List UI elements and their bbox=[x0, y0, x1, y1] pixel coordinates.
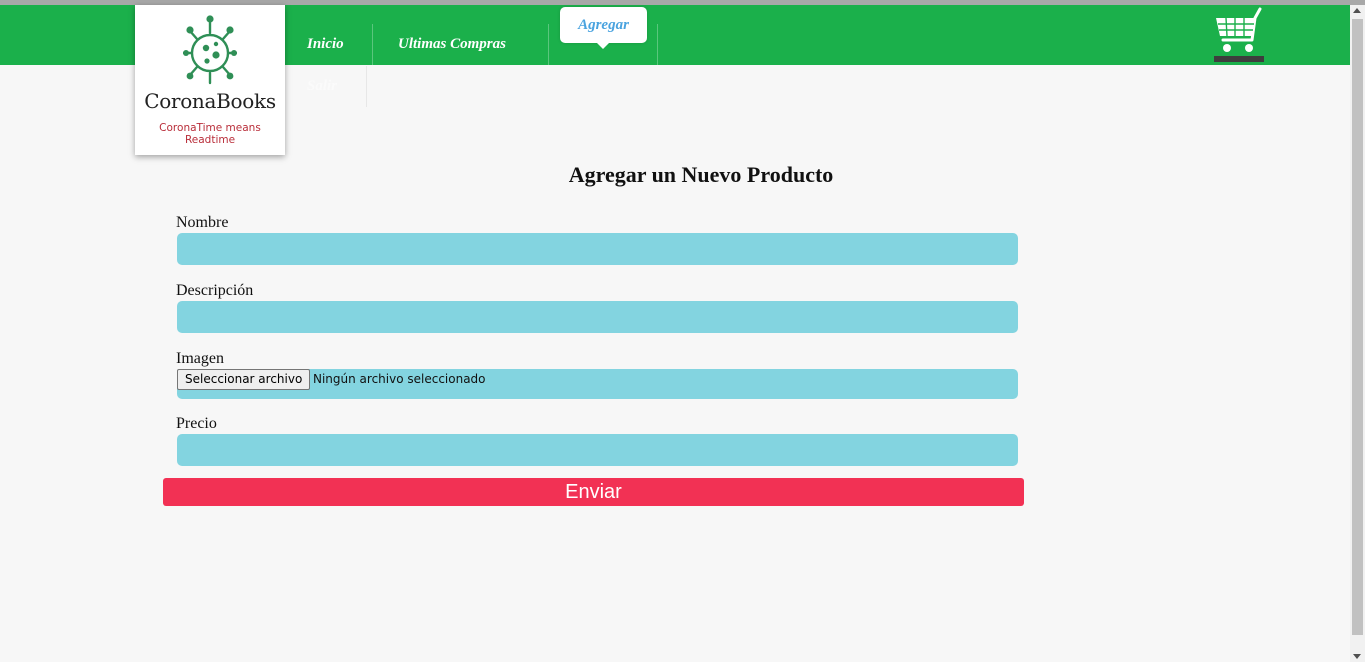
scroll-up-arrow-icon[interactable] bbox=[1353, 8, 1361, 13]
nav-divider bbox=[366, 66, 367, 107]
nombre-label: Nombre bbox=[176, 214, 229, 231]
nav-divider bbox=[372, 24, 373, 65]
logo-title: CoronaBooks bbox=[144, 89, 276, 113]
vertical-scrollbar[interactable] bbox=[1350, 5, 1365, 662]
shopping-cart-icon[interactable] bbox=[1212, 6, 1266, 64]
enviar-button[interactable]: Enviar bbox=[163, 478, 1024, 506]
scroll-thumb[interactable] bbox=[1352, 19, 1363, 635]
nav-inicio[interactable]: Inicio bbox=[307, 36, 344, 53]
descripcion-input[interactable] bbox=[177, 301, 1018, 333]
scroll-down-arrow-icon[interactable] bbox=[1353, 654, 1361, 659]
nav-divider bbox=[657, 24, 658, 65]
file-status-text: Ningún archivo seleccionado bbox=[313, 372, 486, 386]
logo[interactable]: CoronaBooks CoronaTime means Readtime bbox=[135, 5, 285, 155]
precio-label: Precio bbox=[176, 415, 217, 432]
imagen-file-input: Seleccionar archivo Ningún archivo selec… bbox=[177, 369, 1018, 399]
logo-tagline: CoronaTime means Readtime bbox=[159, 122, 261, 146]
nombre-input[interactable] bbox=[177, 233, 1018, 265]
virus-icon bbox=[183, 15, 237, 85]
descripcion-label: Descripción bbox=[176, 282, 254, 299]
nav-ultimas-compras[interactable]: Ultimas Compras bbox=[398, 36, 506, 53]
imagen-label: Imagen bbox=[176, 350, 224, 367]
page-title: Agregar un Nuevo Producto bbox=[568, 162, 834, 187]
nav-salir[interactable]: Salir bbox=[307, 78, 337, 95]
nav-agregar-active[interactable]: Agregar bbox=[560, 7, 647, 49]
choose-file-button[interactable]: Seleccionar archivo bbox=[177, 369, 311, 390]
precio-input[interactable] bbox=[177, 434, 1018, 466]
nav-divider bbox=[548, 24, 549, 65]
